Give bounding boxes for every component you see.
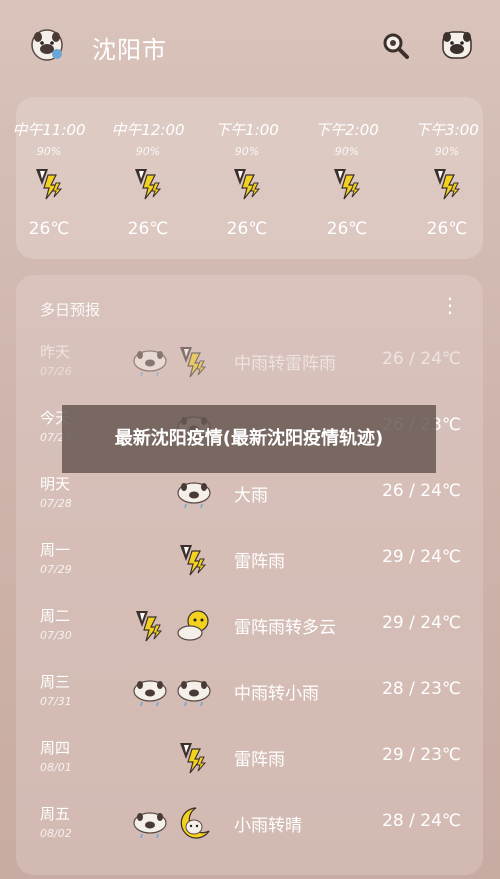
thunderstorm-icon (32, 165, 68, 201)
city-name[interactable]: 沈阳市 (92, 30, 167, 65)
hourly-item: 下午1:00 90% 26℃ (202, 97, 292, 259)
forecast-row[interactable]: 昨天 07/26 中雨转雷阵雨 26 / 24℃ (16, 335, 483, 395)
hourly-forecast-card[interactable]: 中午11:00 90% 26℃ 中午12:00 90% 26℃ 下午1:00 9… (12, 97, 483, 259)
forecast-row[interactable]: 明天 07/28 大雨 26 / 24℃ (16, 467, 483, 527)
forecast-date: 07/29 (40, 563, 72, 576)
moon-icon (176, 805, 212, 841)
hourly-item: 下午3:00 90% 26℃ (402, 97, 492, 259)
hour-time: 中午12:00 (111, 121, 185, 139)
precip-probability: 90% (334, 145, 360, 158)
article-title-banner: 最新沈阳疫情(最新沈阳疫情轨迹) (62, 405, 436, 473)
forecast-day: 周四 (40, 739, 71, 757)
pug-avatar-icon[interactable] (440, 28, 474, 62)
forecast-temperature: 28 / 23℃ (382, 679, 461, 699)
thunderstorm-icon (132, 607, 168, 643)
thunderstorm-icon (176, 739, 212, 775)
forecast-description: 中雨转雷阵雨 (234, 354, 336, 374)
hour-temperature: 26℃ (127, 219, 169, 239)
hour-temperature: 26℃ (326, 219, 368, 239)
forecast-temperature: 28 / 24℃ (382, 811, 461, 831)
rain-cloud-icon (176, 475, 212, 511)
hour-temperature: 26℃ (28, 219, 70, 239)
forecast-row[interactable]: 周四 08/01 雷阵雨 29 / 23℃ (16, 731, 483, 791)
forecast-description: 雷阵雨转多云 (234, 618, 336, 638)
forecast-date: 08/01 (40, 761, 72, 774)
hour-temperature: 26℃ (426, 219, 468, 239)
forecast-day: 明天 (40, 475, 71, 493)
thunderstorm-icon (430, 165, 466, 201)
partly-cloudy-icon (176, 607, 212, 643)
hour-time: 中午11:00 (12, 121, 86, 139)
forecast-day: 周三 (40, 673, 71, 691)
forecast-description: 大雨 (234, 486, 268, 506)
hourly-item: 中午12:00 90% 26℃ (103, 97, 193, 259)
forecast-temperature: 29 / 24℃ (382, 613, 461, 633)
app-header: 沈阳市 (0, 0, 500, 90)
thunderstorm-icon (131, 165, 167, 201)
thunderstorm-icon (176, 343, 212, 379)
forecast-date: 07/26 (40, 365, 72, 378)
forecast-temperature: 29 / 24℃ (382, 547, 461, 567)
hourly-item: 下午2:00 90% 26℃ (302, 97, 392, 259)
hour-time: 下午2:00 (315, 121, 379, 139)
forecast-date: 07/30 (40, 629, 72, 642)
precip-probability: 90% (135, 145, 161, 158)
forecast-description: 小雨转晴 (234, 816, 302, 836)
forecast-date: 07/28 (40, 497, 72, 510)
forecast-title: 多日预报 (40, 301, 101, 319)
precip-probability: 90% (234, 145, 260, 158)
hourly-item: 中午11:00 90% 26℃ (4, 97, 94, 259)
forecast-date: 08/02 (40, 827, 72, 840)
forecast-day: 昨天 (40, 343, 71, 361)
rain-cloud-icon (176, 673, 212, 709)
forecast-day: 周一 (40, 541, 71, 559)
rain-cloud-icon (132, 805, 168, 841)
banner-title: 最新沈阳疫情(最新沈阳疫情轨迹) (114, 428, 384, 449)
thunderstorm-icon (330, 165, 366, 201)
more-options-icon[interactable]: ⋮ (440, 293, 460, 317)
precip-probability: 90% (434, 145, 460, 158)
forecast-description: 雷阵雨 (234, 750, 285, 770)
hour-time: 下午1:00 (215, 121, 279, 139)
forecast-row[interactable]: 周二 07/30 雷阵雨转多云 29 / 24℃ (16, 599, 483, 659)
rain-cloud-icon (132, 343, 168, 379)
forecast-row[interactable]: 周三 07/31 中雨转小雨 28 / 23℃ (16, 665, 483, 725)
forecast-temperature: 26 / 24℃ (382, 349, 461, 369)
forecast-temperature: 29 / 23℃ (382, 745, 461, 765)
rain-cloud-icon (132, 673, 168, 709)
forecast-temperature: 26 / 24℃ (382, 481, 461, 501)
forecast-description: 雷阵雨 (234, 552, 285, 572)
forecast-day: 周二 (40, 607, 71, 625)
forecast-date: 07/31 (40, 695, 72, 708)
multi-day-forecast-card: 多日预报 ⋮ 昨天 07/26 中雨转雷阵雨 26 / 24℃ 今天 07/27… (16, 275, 483, 875)
pug-logo-icon[interactable] (30, 28, 64, 62)
thunderstorm-icon (230, 165, 266, 201)
magnifier-icon[interactable] (380, 30, 410, 60)
precip-probability: 90% (36, 145, 62, 158)
hour-time: 下午3:00 (415, 121, 479, 139)
thunderstorm-icon (176, 541, 212, 577)
hour-temperature: 26℃ (226, 219, 268, 239)
forecast-day: 周五 (40, 805, 71, 823)
forecast-row[interactable]: 周五 08/02 小雨转晴 28 / 24℃ (16, 797, 483, 857)
forecast-description: 中雨转小雨 (234, 684, 319, 704)
forecast-row[interactable]: 周一 07/29 雷阵雨 29 / 24℃ (16, 533, 483, 593)
